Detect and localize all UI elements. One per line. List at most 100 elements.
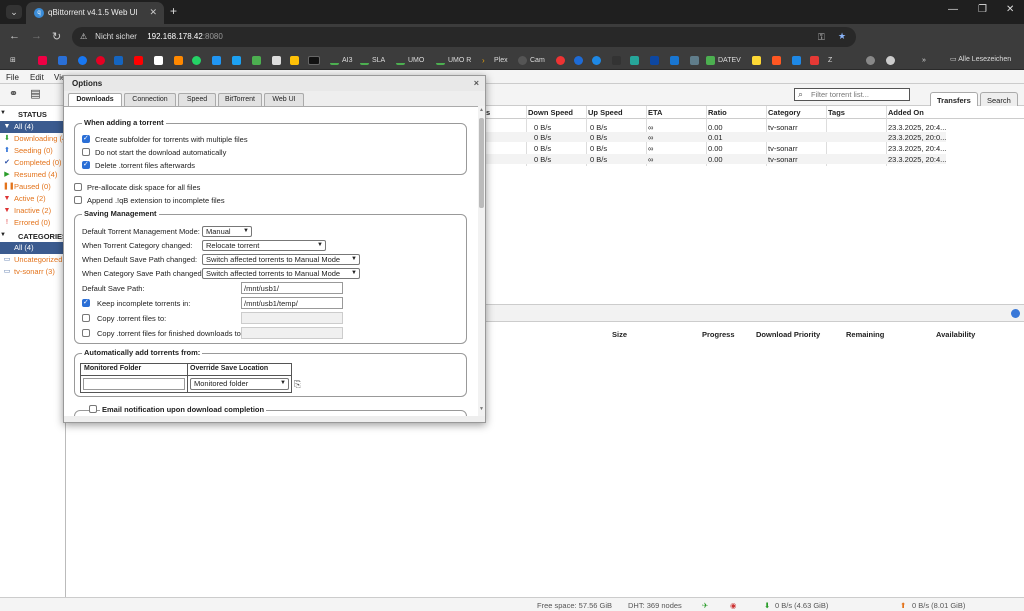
bookmark-navy-icon[interactable] (650, 55, 659, 65)
filter-input[interactable]: ⌕ Filter torrent list... (794, 88, 910, 101)
files-col-progress[interactable]: Progress (702, 330, 735, 339)
copy-finished-checkbox[interactable] (82, 329, 90, 337)
more-bookmarks-icon[interactable]: » (922, 55, 926, 66)
bookmark-youtube-icon[interactable] (134, 55, 143, 65)
tab-webui[interactable]: Web UI (264, 93, 304, 106)
status-resumed[interactable]: ▶ Resumed (4) (0, 169, 66, 181)
files-col-priority[interactable]: Download Priority (756, 330, 820, 339)
tab-transfers[interactable]: Transfers (930, 92, 978, 106)
cat-path-changed-select[interactable]: Switch affected torrents to Manual Mode ▼ (202, 268, 360, 279)
bookmark-n-icon[interactable] (58, 55, 67, 65)
status-completed[interactable]: ✔ Completed (0) (0, 157, 66, 169)
table-row[interactable]: 0 B/s 0 B/s ∞ 0.00 tv-sonarr 23.3.2025, … (486, 154, 946, 164)
bookmark-yellow-icon[interactable] (290, 55, 299, 65)
col-added-on[interactable]: Added On (888, 108, 924, 117)
bookmark-blue2-icon[interactable] (592, 55, 601, 65)
keep-incomplete-checkbox[interactable] (82, 298, 90, 307)
new-tab-icon[interactable]: + (170, 4, 177, 18)
incomplete-path-input[interactable]: /mnt/usb1/temp/ (241, 297, 343, 309)
col-tags[interactable]: Tags (828, 108, 845, 117)
copy-torrent-input[interactable] (241, 312, 343, 324)
speed-limit-icon[interactable]: ◉ (730, 601, 737, 610)
files-col-remaining[interactable]: Remaining (846, 330, 884, 339)
status-paused[interactable]: ❚❚ Paused (0) (0, 181, 66, 193)
not-secure-icon[interactable]: ⚠ (80, 32, 87, 41)
bookmark-red-icon[interactable] (556, 55, 565, 65)
status-inactive[interactable]: ▼ Inactive (2) (0, 205, 66, 217)
connection-status-icon[interactable]: ✈ (702, 601, 708, 610)
categories-header[interactable]: ▼ CATEGORIES (0, 232, 67, 241)
minimize-icon[interactable]: — (948, 4, 958, 15)
override-location-select[interactable]: Monitored folder ▼ (190, 378, 289, 390)
bookmark-pinterest-icon[interactable] (96, 55, 105, 65)
files-col-availability[interactable]: Availability (936, 330, 975, 339)
close-tab-icon[interactable]: ✕ (149, 7, 157, 18)
table-row[interactable]: 0 B/s 0 B/s ∞ 0.00 tv-sonarr 23.3.2025, … (486, 143, 946, 153)
status-active[interactable]: ▼ Active (2) (0, 193, 66, 205)
bookmark-plex[interactable]: › Plex (482, 55, 508, 66)
category-all[interactable]: All (4) (0, 242, 66, 254)
bookmark-gmail-icon[interactable] (38, 55, 47, 65)
apps-grid-icon[interactable]: ⊞ (10, 55, 16, 66)
bookmark-facebook-icon[interactable] (78, 55, 87, 65)
bookmark-orange-icon[interactable] (174, 55, 183, 65)
tab-speed[interactable]: Speed (178, 93, 216, 106)
bookmark-umo-r[interactable]: UMO R (436, 55, 471, 66)
bookmark-eye-icon[interactable] (866, 55, 875, 65)
status-errored[interactable]: ! Errored (0) (0, 217, 66, 229)
col-category[interactable]: Category (768, 108, 801, 117)
append-ext-checkbox[interactable] (74, 196, 82, 204)
browser-tab[interactable]: q qBittorrent v4.1.5 Web UI ✕ (26, 2, 164, 24)
bookmark-black-icon[interactable] (308, 55, 320, 65)
status-header[interactable]: ▼ STATUS (0, 110, 47, 119)
bookmark-datev[interactable]: DATEV (706, 55, 741, 66)
bookmark-butterfly-icon[interactable] (232, 55, 241, 65)
bookmark-circle-icon[interactable] (886, 55, 895, 65)
delete-torrent-checkbox[interactable] (82, 160, 90, 169)
no-autostart-checkbox[interactable] (82, 148, 90, 156)
address-bar[interactable]: ⚠ Nicht sicher 192.168.178.42:8080 ⚿ ★ (72, 27, 856, 47)
table-row[interactable]: 0 B/s 0 B/s ∞ 0.01 23.3.2025, 20:0... (486, 132, 946, 142)
bookmark-fritz-icon[interactable] (574, 55, 583, 65)
save-path-input[interactable]: /mnt/usb1/ (241, 282, 343, 294)
preallocate-checkbox[interactable] (74, 183, 82, 191)
bookmark-arrow-icon[interactable] (792, 55, 801, 65)
toggle-panel-icon[interactable] (1011, 309, 1020, 318)
scrollbar-thumb[interactable] (479, 118, 484, 208)
bookmark-whatsapp-icon[interactable] (192, 55, 201, 65)
dialog-title-bar[interactable]: Options × (64, 76, 485, 91)
cat-changed-select[interactable]: Relocate torrent ▼ (202, 240, 326, 251)
close-window-icon[interactable]: ✕ (1006, 4, 1014, 15)
mode-select[interactable]: Manual ▼ (202, 226, 252, 237)
scroll-down-icon[interactable]: ▼ (478, 406, 485, 412)
close-icon[interactable]: × (474, 78, 479, 88)
panel-splitter[interactable] (486, 304, 1024, 322)
key-icon[interactable]: ⚿ (818, 32, 825, 43)
bookmark-gray-icon[interactable] (690, 55, 699, 65)
bookmark-dark-icon[interactable] (612, 55, 621, 65)
copy-torrent-checkbox[interactable] (82, 314, 90, 322)
table-row[interactable]: 0 B/s 0 B/s ∞ 0.00 tv-sonarr 23.3.2025, … (486, 122, 946, 132)
bookmark-umo[interactable]: UMO (396, 55, 424, 66)
add-link-icon[interactable]: ⚭ (7, 88, 20, 101)
dialog-scrollbar[interactable]: ▲ ▼ (478, 106, 485, 416)
bookmark-amazon-icon[interactable] (154, 55, 163, 65)
col-status[interactable]: s (486, 108, 490, 117)
status-all[interactable]: ▼ All (4) (0, 121, 66, 133)
all-bookmarks[interactable]: ▭ Alle Lesezeichen (950, 55, 1011, 63)
copy-finished-input[interactable] (241, 327, 343, 339)
menu-edit[interactable]: Edit (30, 73, 44, 82)
tab-search[interactable]: Search (980, 92, 1018, 106)
tab-search-icon[interactable]: ⌄ (6, 5, 22, 19)
scroll-up-icon[interactable]: ▲ (478, 107, 485, 113)
bookmark-sla[interactable]: SLA (360, 55, 385, 66)
add-folder-icon[interactable]: ⎘ (294, 379, 301, 390)
bookmark-red2-icon[interactable] (810, 55, 819, 65)
bookmark-cam[interactable]: Cam (518, 55, 545, 66)
email-checkbox[interactable] (89, 405, 97, 413)
files-col-size[interactable]: Size (612, 330, 627, 339)
default-path-changed-select[interactable]: Switch affected torrents to Manual Mode ▼ (202, 254, 360, 265)
back-icon[interactable]: ← (9, 30, 20, 42)
bookmark-white-icon[interactable] (272, 55, 281, 65)
create-subfolder-checkbox[interactable] (82, 134, 90, 143)
